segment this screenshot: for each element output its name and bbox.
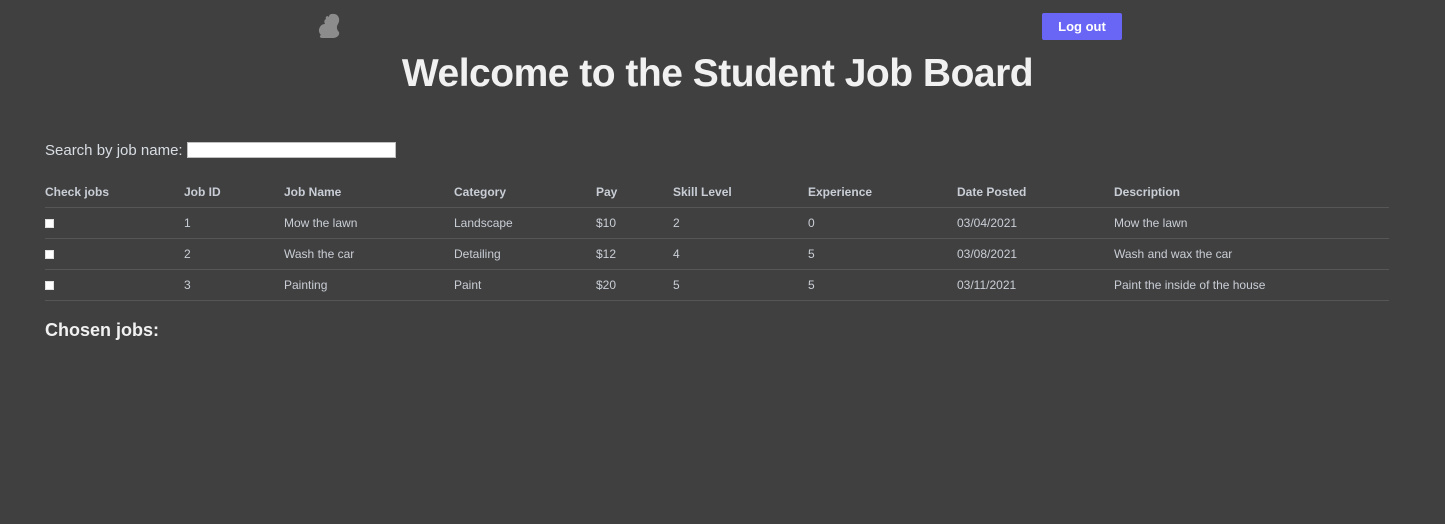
column-header-pay: Pay: [596, 176, 673, 208]
page-title: Welcome to the Student Job Board: [401, 52, 1034, 95]
job-name-cell: Mow the lawn: [284, 207, 454, 239]
date-posted-cell: 03/11/2021: [957, 269, 1114, 301]
description-cell: Wash and wax the car: [1114, 238, 1389, 270]
search-label: Search by job name:: [45, 141, 183, 159]
column-header-category: Category: [454, 176, 596, 208]
logout-button[interactable]: Log out: [1042, 13, 1122, 40]
check-cell: [45, 207, 184, 239]
skill-level-cell: 2: [673, 207, 808, 239]
job-id-cell: 3: [184, 269, 284, 301]
pay-cell: $20: [596, 269, 673, 301]
experience-cell: 5: [808, 238, 957, 270]
job-name-cell: Wash the car: [284, 238, 454, 270]
job-id-cell: 2: [184, 238, 284, 270]
table-header-row: Check jobs Job ID Job Name Category Pay …: [45, 176, 1389, 208]
job-checkbox[interactable]: [45, 219, 54, 229]
column-header-job-name: Job Name: [284, 176, 454, 208]
date-posted-cell: 03/04/2021: [957, 207, 1114, 239]
job-checkbox[interactable]: [45, 250, 54, 260]
skill-level-cell: 4: [673, 238, 808, 270]
check-cell: [45, 269, 184, 301]
table-row: 2 Wash the car Detailing $12 4 5 03/08/2…: [45, 238, 1389, 270]
pay-cell: $10: [596, 207, 673, 239]
category-cell: Detailing: [454, 238, 596, 270]
experience-cell: 0: [808, 207, 957, 239]
search-row: Search by job name:: [45, 140, 396, 160]
category-cell: Paint: [454, 269, 596, 301]
column-header-check-jobs: Check jobs: [45, 176, 184, 208]
date-posted-cell: 03/08/2021: [957, 238, 1114, 270]
column-header-description: Description: [1114, 176, 1389, 208]
description-cell: Mow the lawn: [1114, 207, 1389, 239]
column-header-skill-level: Skill Level: [673, 176, 808, 208]
table-row: 3 Painting Paint $20 5 5 03/11/2021 Pain…: [45, 269, 1389, 301]
skill-level-cell: 5: [673, 269, 808, 301]
category-cell: Landscape: [454, 207, 596, 239]
check-cell: [45, 238, 184, 270]
squirrel-icon: [316, 12, 342, 40]
search-input[interactable]: [186, 142, 396, 158]
column-header-job-id: Job ID: [184, 176, 284, 208]
job-checkbox[interactable]: [45, 281, 54, 291]
job-id-cell: 1: [184, 207, 284, 239]
jobs-table: Check jobs Job ID Job Name Category Pay …: [45, 176, 1389, 301]
pay-cell: $12: [596, 238, 673, 270]
column-header-date-posted: Date Posted: [957, 176, 1114, 208]
table-row: 1 Mow the lawn Landscape $10 2 0 03/04/2…: [45, 207, 1389, 239]
experience-cell: 5: [808, 269, 957, 301]
job-name-cell: Painting: [284, 269, 454, 301]
chosen-jobs-heading: Chosen jobs:: [45, 320, 160, 340]
description-cell: Paint the inside of the house: [1114, 269, 1389, 301]
column-header-experience: Experience: [808, 176, 957, 208]
